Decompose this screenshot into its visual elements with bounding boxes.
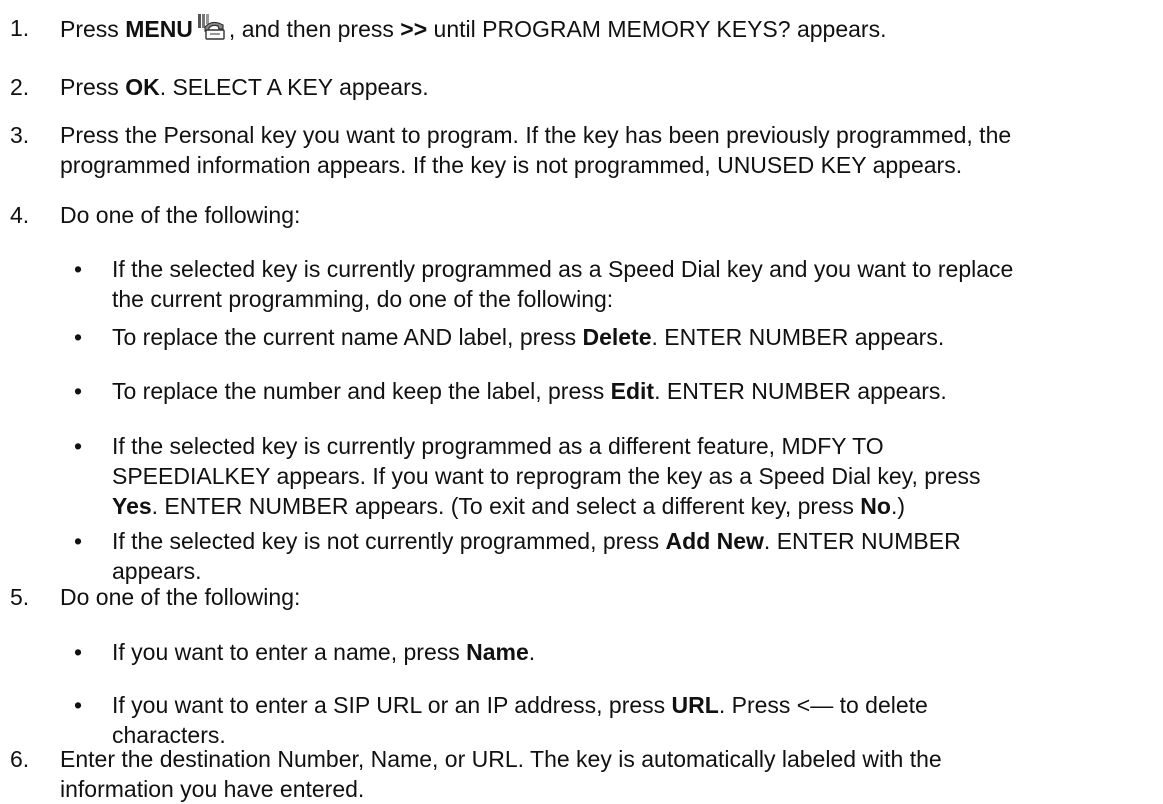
step-number: 1. bbox=[10, 15, 30, 41]
step-number: 3. bbox=[10, 122, 30, 148]
bullet-dot: • bbox=[73, 378, 83, 404]
bullet-dot: • bbox=[73, 256, 83, 282]
name-key-label: Name bbox=[466, 639, 529, 665]
step-text: Enter the destination Number, Name, or U… bbox=[60, 746, 942, 802]
add-new-key-label: Add New bbox=[665, 528, 764, 554]
step-number: 5. bbox=[10, 584, 30, 610]
bullet-dot: • bbox=[73, 433, 83, 459]
forward-key-label: >> bbox=[400, 16, 428, 42]
instruction-document: 1. Press MENU , and then press >> until … bbox=[0, 0, 1163, 802]
step-number: 6. bbox=[10, 746, 30, 772]
ok-key-label: OK bbox=[125, 74, 160, 100]
no-key-label: No bbox=[860, 493, 891, 519]
step-text: Press OK. SELECT A KEY appears. bbox=[60, 74, 429, 100]
step-number: 2. bbox=[10, 74, 30, 100]
bullet-dot: • bbox=[73, 692, 83, 718]
delete-key-label: Delete bbox=[582, 324, 652, 350]
step-text: Press MENU , and then press >> until PRO… bbox=[60, 13, 1150, 48]
step-text: Do one of the following: bbox=[60, 584, 301, 610]
step-text: Do one of the following: bbox=[60, 202, 301, 228]
bullet-dot: • bbox=[73, 528, 83, 554]
step-text: Press the Personal key you want to progr… bbox=[60, 122, 1012, 178]
yes-key-label: Yes bbox=[112, 493, 152, 519]
step-number: 4. bbox=[10, 202, 30, 228]
bullet-dot: • bbox=[73, 324, 83, 350]
phone-menu-icon bbox=[197, 13, 227, 48]
menu-key-label: MENU bbox=[125, 16, 193, 42]
url-key-label: URL bbox=[671, 692, 719, 718]
bullet-dot: • bbox=[73, 639, 83, 665]
edit-key-label: Edit bbox=[610, 378, 655, 404]
